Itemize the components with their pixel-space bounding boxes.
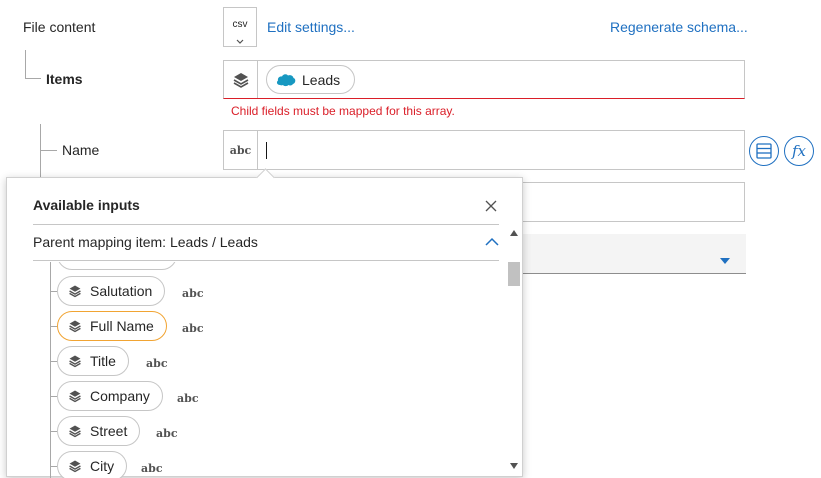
tree-connector (25, 78, 41, 79)
chevron-up-icon (485, 237, 499, 246)
list-icon (756, 143, 772, 159)
regenerate-schema-link[interactable]: Regenerate schema... (610, 19, 748, 35)
popover-title: Available inputs (33, 197, 140, 213)
scroll-down-arrow-icon[interactable] (510, 463, 518, 469)
layers-icon (233, 72, 248, 88)
tree-connector (25, 50, 26, 78)
list-item-title[interactable]: Title (57, 346, 129, 376)
close-button[interactable] (483, 198, 499, 214)
tree-connector (50, 262, 51, 478)
list-button[interactable] (749, 136, 779, 166)
items-label: Items (46, 71, 83, 87)
type-badge: abc (141, 462, 163, 475)
scrollbar[interactable] (507, 226, 521, 478)
parent-mapping-header[interactable]: Parent mapping item: Leads / Leads (33, 225, 499, 261)
list-item-label: Salutation (90, 283, 153, 299)
list-item-label: Company (90, 388, 150, 404)
tree-connector (50, 466, 57, 467)
caret-down-icon (720, 251, 730, 267)
layers-icon (69, 425, 81, 438)
items-field[interactable]: Leads (223, 60, 745, 99)
tree-connector (50, 326, 57, 327)
items-error-text: Child fields must be mapped for this arr… (231, 104, 455, 118)
type-badge: abc (187, 262, 209, 263)
type-badge: abc (182, 322, 204, 335)
inputs-list[interactable]: abc Salutation abc Full Name abc Title a… (7, 262, 507, 478)
layers-icon (69, 390, 81, 403)
list-item-label: Title (90, 353, 116, 369)
format-selector[interactable]: csv (223, 7, 257, 47)
layers-icon (69, 320, 81, 333)
text-cursor (266, 142, 267, 159)
list-item-label: Full Name (90, 318, 154, 334)
tree-connector (40, 124, 41, 179)
format-badge: csv (232, 19, 248, 30)
tree-connector (50, 396, 57, 397)
layers-icon (69, 460, 81, 473)
parent-mapping-label: Parent mapping item: Leads / Leads (33, 234, 258, 250)
name-label: Name (62, 142, 100, 158)
leads-pill-label: Leads (302, 71, 341, 88)
tree-connector (50, 431, 57, 432)
scrollbar-thumb[interactable] (508, 262, 520, 286)
list-item-label: Street (90, 423, 128, 439)
salesforce-logo-icon (276, 73, 296, 86)
list-item-salutation[interactable]: Salutation (57, 276, 166, 306)
items-type-cell (224, 61, 258, 98)
list-item-company[interactable]: Company (57, 381, 163, 411)
list-item-city[interactable]: City (57, 451, 128, 478)
tree-connector (50, 291, 57, 292)
close-icon (485, 200, 497, 212)
function-button[interactable]: fx (784, 136, 814, 166)
function-icon: fx (791, 142, 806, 160)
name-type-badge: abc (229, 143, 252, 157)
type-badge: abc (156, 427, 178, 440)
list-item-street[interactable]: Street (57, 416, 141, 446)
name-type-cell: abc (224, 131, 258, 169)
tree-connector (50, 361, 57, 362)
layers-icon (69, 285, 81, 298)
type-badge: abc (146, 357, 168, 370)
list-item-partial[interactable] (57, 262, 177, 270)
list-item-full-name[interactable]: Full Name (57, 311, 167, 341)
chevron-down-icon (235, 33, 245, 44)
edit-settings-link[interactable]: Edit settings... (267, 19, 355, 35)
name-field[interactable]: abc (223, 130, 745, 170)
tree-connector (40, 150, 57, 151)
layers-icon (69, 355, 81, 368)
file-content-label: File content (23, 19, 96, 35)
scroll-up-arrow-icon[interactable] (510, 230, 518, 236)
type-badge: abc (177, 392, 199, 405)
type-badge: abc (182, 287, 204, 300)
available-inputs-popover: Available inputs Parent mapping item: Le… (6, 168, 523, 478)
popover-pointer (256, 168, 275, 187)
list-item-label: City (90, 458, 115, 474)
leads-pill[interactable]: Leads (266, 65, 356, 94)
